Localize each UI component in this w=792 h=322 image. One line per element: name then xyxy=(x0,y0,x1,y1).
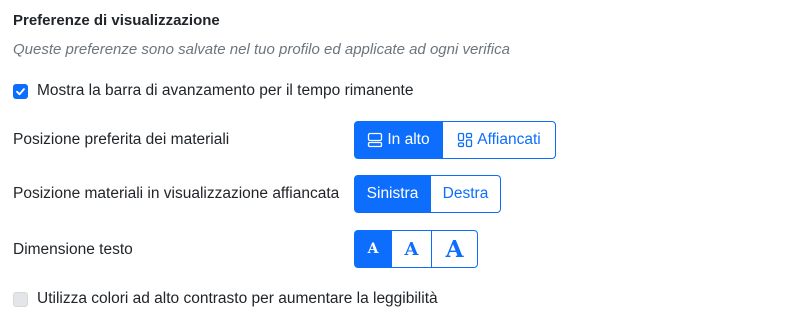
text-size-medium-button[interactable]: A xyxy=(391,230,432,268)
materials-side-button[interactable]: Affiancati xyxy=(442,121,556,159)
side-position-label: Posizione materiali in visualizzazione a… xyxy=(13,185,340,202)
text-size-group: A A A xyxy=(354,230,478,268)
section-subtitle: Queste preferenze sono salvate nel tuo p… xyxy=(13,41,510,58)
side-right-button[interactable]: Destra xyxy=(430,175,501,213)
text-size-label: Dimensione testo xyxy=(13,241,133,258)
materials-top-button[interactable]: In alto xyxy=(354,121,443,159)
checkmark-icon xyxy=(16,87,25,95)
materials-top-label: In alto xyxy=(387,131,430,148)
materials-side-label: Affiancati xyxy=(477,131,541,148)
progress-bar-label[interactable]: Mostra la barra di avanzamento per il te… xyxy=(37,82,414,100)
high-contrast-label[interactable]: Utilizza colori ad alto contrasto per au… xyxy=(37,290,438,308)
materials-position-label: Posizione preferita dei materiali xyxy=(13,131,230,148)
text-size-large-glyph: A xyxy=(445,235,464,263)
text-size-large-button[interactable]: A xyxy=(431,230,478,268)
layout-grid-icon xyxy=(457,132,473,148)
side-left-button[interactable]: Sinistra xyxy=(354,175,431,213)
materials-position-group: In alto Affiancati xyxy=(354,121,556,159)
progress-bar-option[interactable]: Mostra la barra di avanzamento per il te… xyxy=(13,82,414,100)
side-position-group: Sinistra Destra xyxy=(354,175,501,213)
section-title: Preferenze di visualizzazione xyxy=(13,12,220,29)
text-size-medium-glyph: A xyxy=(404,238,419,260)
progress-bar-checkbox[interactable] xyxy=(13,83,28,99)
layout-rows-icon xyxy=(367,132,383,148)
high-contrast-option[interactable]: Utilizza colori ad alto contrasto per au… xyxy=(13,290,438,308)
high-contrast-checkbox[interactable] xyxy=(13,291,28,307)
text-size-small-glyph: A xyxy=(367,241,379,257)
text-size-small-button[interactable]: A xyxy=(354,230,392,268)
